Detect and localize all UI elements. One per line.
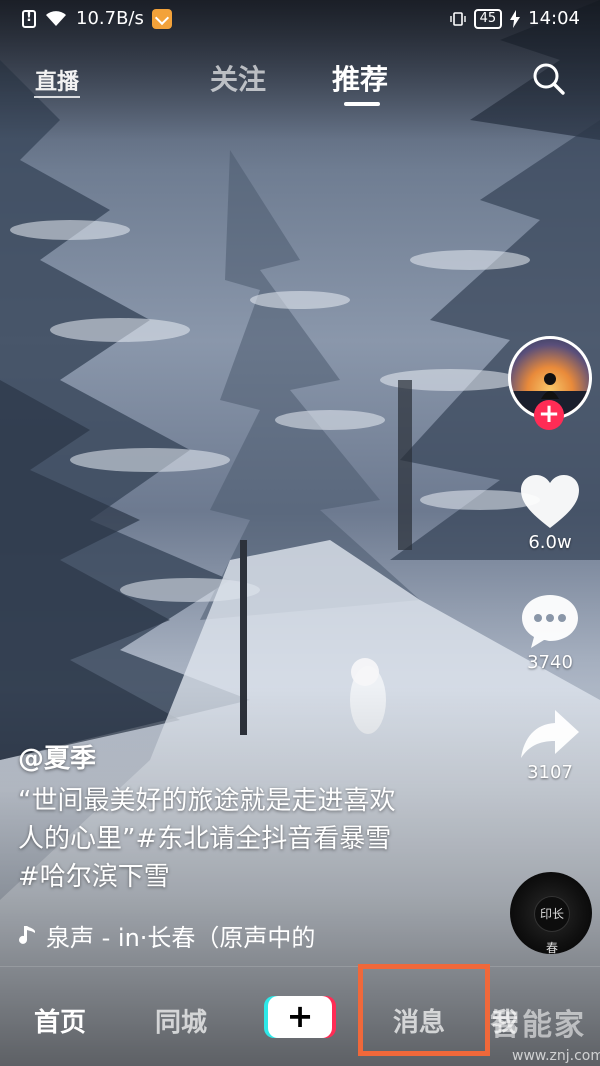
shield-app-icon [151, 8, 172, 29]
search-icon[interactable] [532, 62, 566, 96]
active-tab-indicator [344, 102, 380, 106]
live-button[interactable]: 直播 [34, 64, 81, 98]
description-line: “世间最美好的旅途就是走进喜欢 [18, 786, 396, 816]
comment-count: 3740 [527, 652, 573, 673]
music-title: 泉声 - in·长春（原声中的 [46, 924, 316, 952]
share-count: 3107 [527, 762, 573, 783]
battery-indicator: 45 [473, 8, 503, 29]
charging-icon [510, 9, 521, 28]
music-info[interactable]: 泉声 - in·长春（原声中的 [18, 918, 338, 953]
comment-button[interactable]: 3740 [508, 592, 592, 673]
divider [0, 966, 600, 967]
alert-icon [22, 9, 36, 28]
author-name[interactable]: @夏季 [18, 738, 96, 775]
status-right: 45 14:04 [449, 8, 580, 29]
share-arrow-icon [521, 710, 579, 758]
plus-icon: + [268, 996, 332, 1038]
watermark-brand: 智能家 [490, 1008, 586, 1043]
tab-nearby[interactable]: 同城 [155, 1002, 207, 1039]
tab-recommended[interactable]: 推荐 [332, 58, 388, 98]
like-button[interactable]: 6.0w [508, 474, 592, 553]
tab-home[interactable]: 首页 [34, 1002, 86, 1039]
heart-icon [521, 475, 579, 528]
top-navigation: 直播 关注 推荐 [0, 56, 600, 112]
tab-following[interactable]: 关注 [210, 58, 266, 98]
clock: 14:04 [528, 8, 580, 29]
video-description: “世间最美好的旅途就是走进喜欢 人的心里”#东北请全抖音看暴雪 #哈尔滨下雪 [18, 782, 448, 896]
create-button[interactable]: + [264, 996, 336, 1038]
vibrate-icon [449, 11, 466, 26]
watermark-url: www.znj.com [512, 1048, 600, 1064]
description-line[interactable]: #哈尔滨下雪 [18, 858, 448, 896]
comment-icon [522, 595, 578, 648]
share-button[interactable]: 3107 [508, 708, 592, 783]
disc-label: 印长春 [534, 896, 570, 955]
music-disc[interactable]: 印长春 [510, 872, 592, 955]
status-bar: 10.7B/s 45 14:04 [0, 0, 600, 40]
messages-highlight-box [358, 964, 490, 1056]
description-line[interactable]: 人的心里”#东北请全抖音看暴雪 [18, 820, 448, 858]
status-left: 10.7B/s [22, 8, 172, 29]
network-speed: 10.7B/s [76, 8, 144, 29]
music-note-icon [19, 925, 35, 944]
like-count: 6.0w [528, 532, 572, 553]
follow-button[interactable]: + [534, 400, 564, 430]
wifi-icon [46, 10, 66, 26]
watermark: 智能家 www.znj.com [490, 1000, 600, 1064]
